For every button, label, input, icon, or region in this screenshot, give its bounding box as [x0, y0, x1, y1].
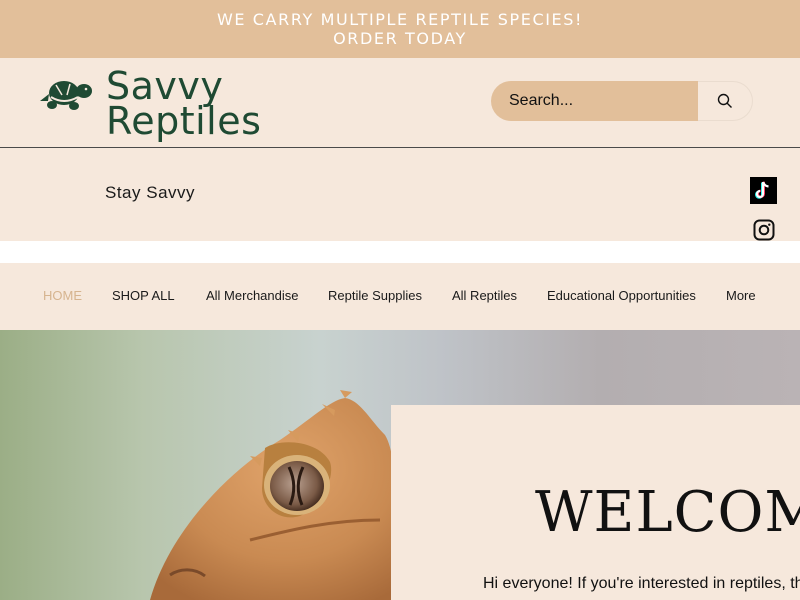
nav-item-more[interactable]: More: [726, 288, 756, 303]
nav-item-all-merchandise[interactable]: All Merchandise: [206, 288, 299, 303]
instagram-icon[interactable]: [751, 217, 776, 242]
brand-name[interactable]: Savvy Reptiles: [106, 67, 262, 143]
nav-item-shop-all[interactable]: SHOP ALL: [112, 288, 175, 303]
nav-item-all-reptiles[interactable]: All Reptiles: [452, 288, 517, 303]
banner-line-2: ORDER TODAY: [333, 29, 467, 48]
nav-item-home[interactable]: HOME: [43, 288, 82, 303]
section-divider: [0, 241, 800, 263]
search-input[interactable]: [491, 81, 698, 121]
hero-section: WELCOM Hi everyone! If you're interested…: [0, 330, 800, 600]
welcome-text: Hi everyone! If you're interested in rep…: [483, 575, 800, 592]
site-header: Savvy Reptiles: [0, 58, 800, 148]
search-bar: [491, 81, 753, 121]
main-nav: HOME SHOP ALL All Merchandise Reptile Su…: [0, 263, 800, 330]
search-button[interactable]: [698, 81, 753, 121]
tiktok-icon[interactable]: [750, 177, 777, 204]
promo-banner: WE CARRY MULTIPLE REPTILE SPECIES! ORDER…: [0, 0, 800, 58]
nav-item-educational-opportunities[interactable]: Educational Opportunities: [547, 288, 696, 303]
subheader: Stay Savvy: [0, 148, 800, 241]
search-icon: [717, 93, 732, 108]
welcome-card: WELCOM Hi everyone! If you're interested…: [391, 405, 800, 600]
turtle-icon[interactable]: [40, 75, 94, 113]
brand-line-2: Reptiles: [106, 99, 262, 143]
banner-line-1: WE CARRY MULTIPLE REPTILE SPECIES!: [216, 10, 584, 29]
nav-item-reptile-supplies[interactable]: Reptile Supplies: [328, 288, 422, 303]
welcome-title: WELCOM: [535, 480, 800, 545]
tagline: Stay Savvy: [105, 183, 196, 202]
